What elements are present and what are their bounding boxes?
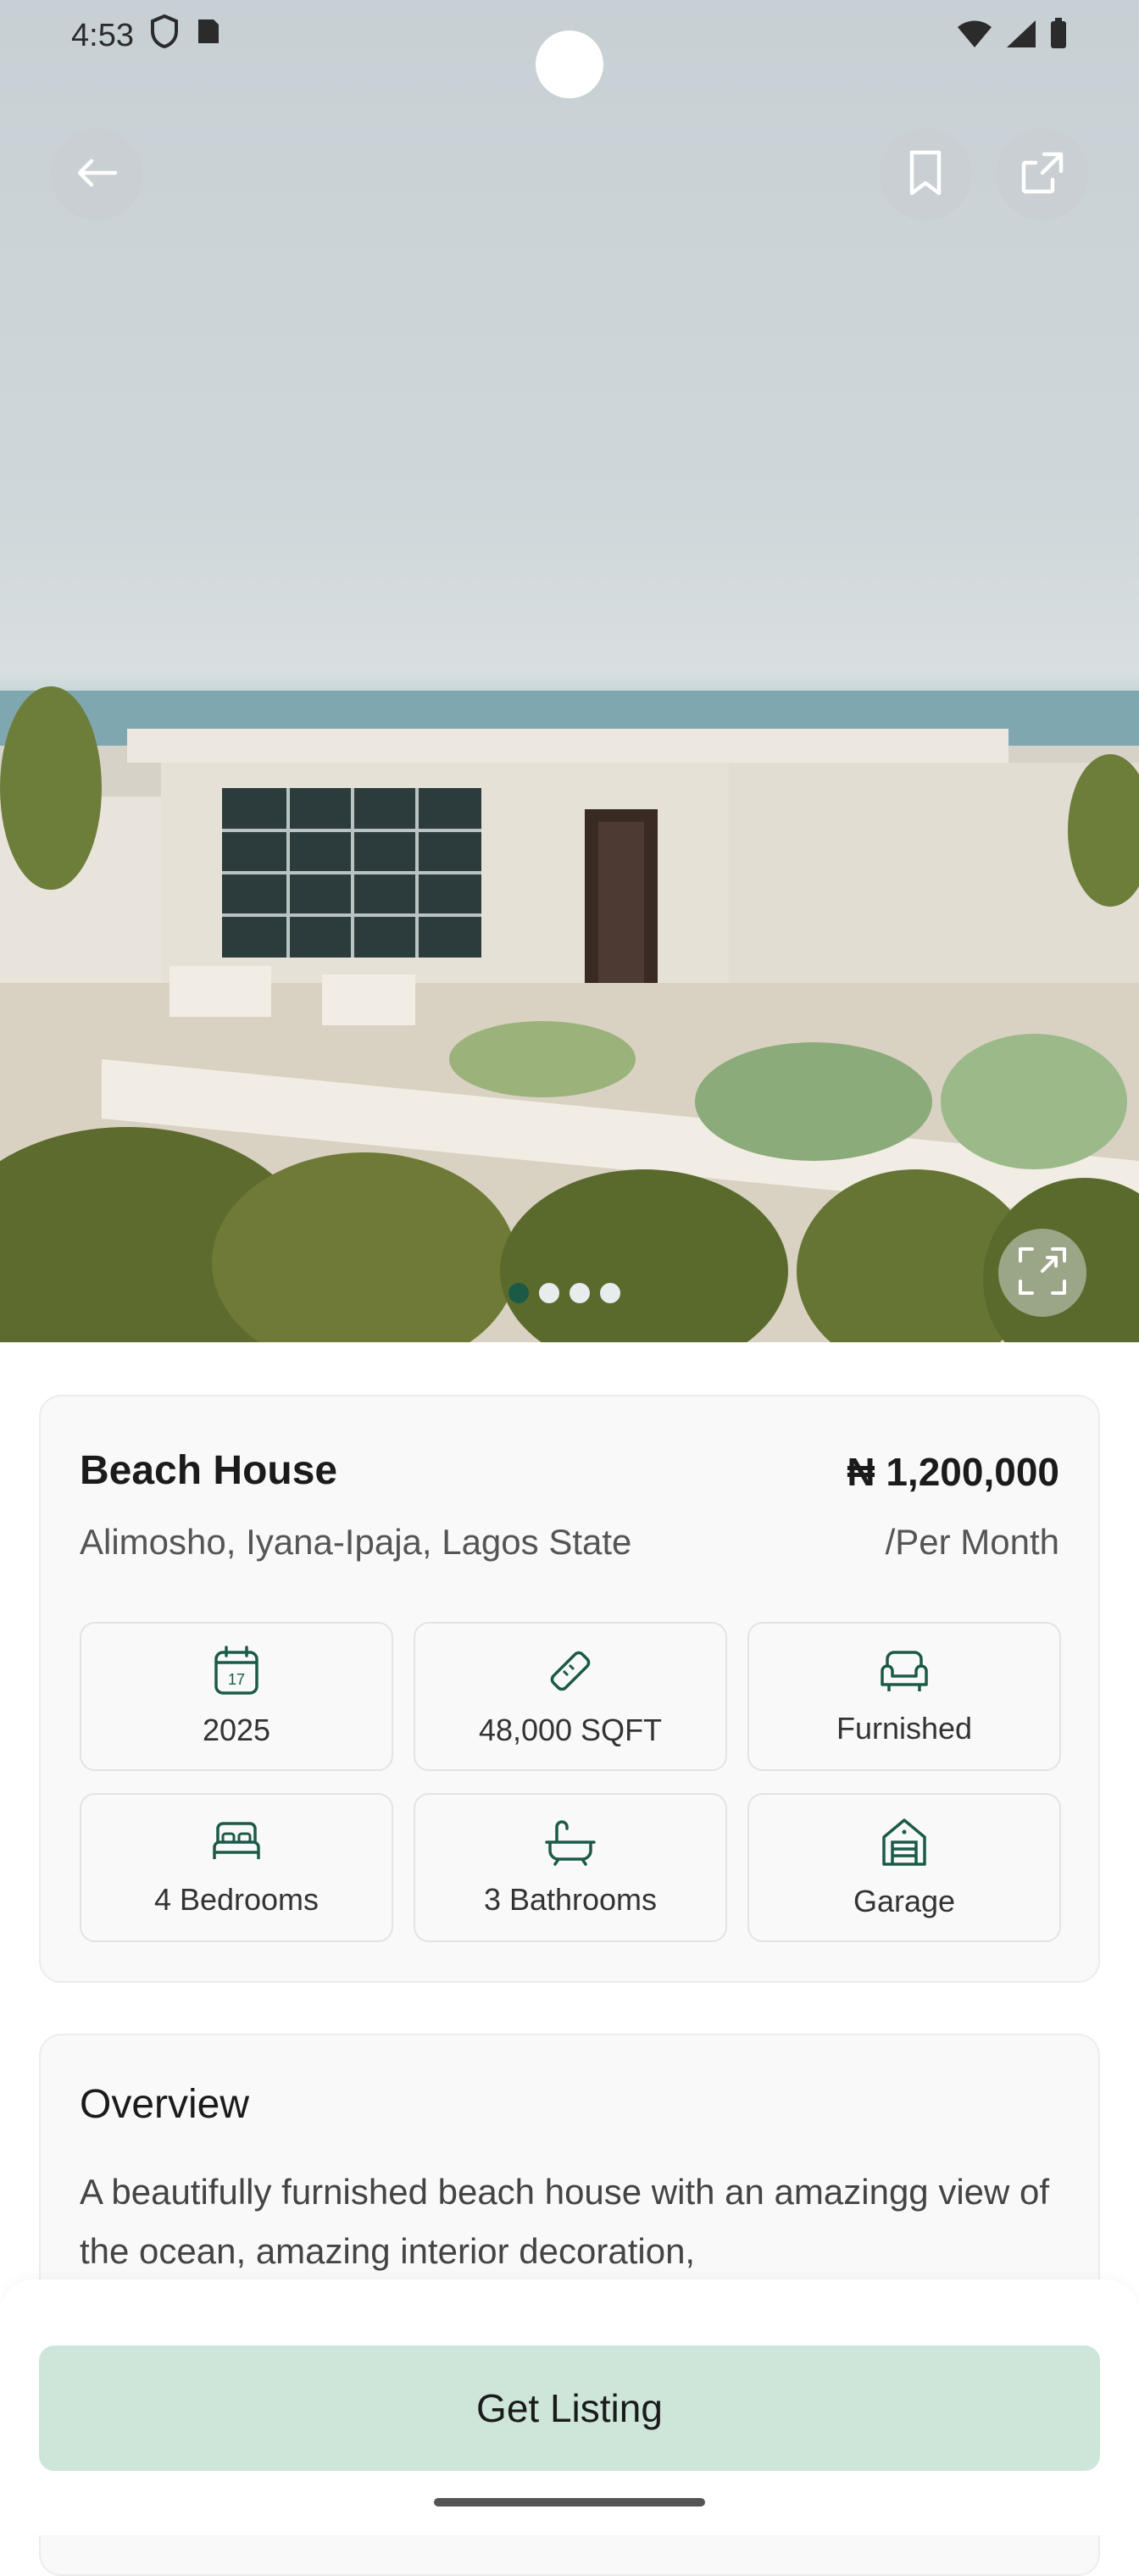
bookmark-button[interactable] (880, 129, 971, 220)
calendar-icon: 17 (213, 1645, 260, 1701)
feature-label: Garage (853, 1883, 956, 1918)
fullscreen-button[interactable] (998, 1229, 1086, 1317)
feature-bathrooms: 3 Bathrooms (414, 1793, 727, 1942)
bookmark-icon (907, 149, 944, 201)
back-button[interactable] (51, 129, 142, 220)
share-icon (1019, 149, 1066, 201)
feature-furnished: Furnished (747, 1622, 1061, 1771)
beach-house-photo (0, 686, 1139, 1342)
price-period: /Per Month (885, 1522, 1059, 1562)
bathtub-icon (543, 1818, 597, 1870)
wifi-icon (956, 19, 993, 53)
hero-image[interactable]: 4:53 (0, 0, 1139, 1342)
overview-title: Overview (80, 2082, 250, 2127)
feature-label: 2025 (202, 1712, 271, 1747)
listing-title: Beach House (80, 1448, 338, 1493)
share-button[interactable] (997, 129, 1088, 220)
listing-info-card: Beach House ₦ 1,200,000 Alimosho, Iyana-… (39, 1395, 1100, 1983)
carousel-dot[interactable] (570, 1283, 590, 1303)
carousel-dot[interactable] (539, 1283, 559, 1303)
carousel-dot[interactable] (508, 1283, 529, 1303)
listing-location: Alimosho, Iyana-Ipaja, Lagos State (80, 1522, 632, 1562)
garage-icon (879, 1817, 930, 1872)
ruler-icon (545, 1646, 596, 1701)
carousel-indicator[interactable] (508, 1283, 620, 1303)
feature-garage: Garage (747, 1793, 1061, 1942)
status-time: 4:53 (71, 17, 134, 53)
get-listing-button[interactable]: Get Listing (39, 2346, 1100, 2471)
sofa-icon (877, 1647, 931, 1699)
carousel-dot[interactable] (600, 1283, 620, 1303)
feature-area: 48,000 SQFT (414, 1622, 727, 1771)
listing-price: ₦ 1,200,000 (847, 1450, 1059, 1494)
arrow-left-icon (75, 156, 119, 194)
bed-icon (209, 1818, 264, 1870)
sd-card-icon (195, 16, 220, 55)
feature-bedrooms: 4 Bedrooms (80, 1793, 393, 1942)
feature-label: 4 Bedrooms (153, 1881, 319, 1917)
calendar-day: 17 (228, 1671, 245, 1688)
shield-icon (149, 14, 180, 57)
overview-text: A beautifully furnished beach house with… (80, 2172, 1050, 2271)
feature-label: Furnished (836, 1710, 973, 1746)
expand-icon (1017, 1246, 1068, 1301)
feature-label: 48,000 SQFT (478, 1712, 663, 1747)
feature-year: 17 2025 (80, 1622, 393, 1771)
bottom-action-bar: Get Listing (0, 2279, 1139, 2535)
battery-icon (1049, 17, 1068, 54)
home-indicator[interactable] (434, 2498, 705, 2507)
feature-label: 3 Bathrooms (483, 1881, 658, 1917)
camera-cutout (536, 31, 603, 98)
signal-icon (1005, 19, 1037, 53)
